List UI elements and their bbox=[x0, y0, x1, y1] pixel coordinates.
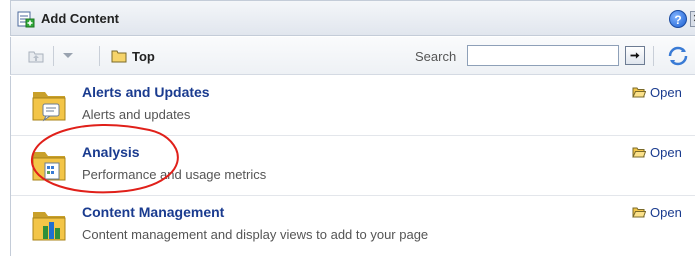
item-description: Content management and display views to … bbox=[82, 227, 429, 242]
open-folder-icon bbox=[632, 147, 646, 158]
close-icon[interactable]: ✕ bbox=[690, 11, 695, 27]
open-folder-icon bbox=[632, 87, 646, 98]
dialog-title-bar: Add Content ? ✕ bbox=[10, 0, 695, 36]
folder-icon bbox=[111, 50, 127, 63]
open-label[interactable]: Open bbox=[650, 85, 682, 100]
item-title[interactable]: Content Management bbox=[82, 204, 224, 220]
open-label[interactable]: Open bbox=[650, 145, 682, 160]
chevron-down-icon[interactable] bbox=[63, 53, 73, 58]
add-content-icon bbox=[17, 11, 35, 28]
toolbar-separator bbox=[99, 46, 100, 66]
open-link[interactable]: Open bbox=[632, 145, 682, 160]
open-link[interactable]: Open bbox=[632, 85, 682, 100]
alerts-folder-icon bbox=[32, 92, 66, 122]
dialog-title: Add Content bbox=[41, 11, 119, 26]
item-description: Performance and usage metrics bbox=[82, 167, 267, 182]
list-item[interactable]: Alerts and Updates Alerts and updates Op… bbox=[11, 76, 695, 136]
item-title[interactable]: Analysis bbox=[82, 144, 140, 160]
search-go-button[interactable] bbox=[625, 46, 645, 65]
help-icon[interactable]: ? bbox=[669, 10, 687, 28]
current-folder-label[interactable]: Top bbox=[132, 49, 155, 64]
refresh-icon[interactable] bbox=[667, 45, 689, 67]
item-description: Alerts and updates bbox=[82, 107, 191, 122]
search-label: Search bbox=[415, 49, 457, 64]
toolbar-separator bbox=[53, 46, 54, 66]
toolbar-separator bbox=[653, 46, 654, 66]
content-list: Alerts and Updates Alerts and updates Op… bbox=[10, 76, 695, 256]
list-item[interactable]: Content Management Content management an… bbox=[11, 196, 695, 256]
navigation-toolbar: Top Search bbox=[10, 37, 695, 75]
analysis-folder-icon bbox=[32, 152, 66, 181]
open-label[interactable]: Open bbox=[650, 205, 682, 220]
open-link[interactable]: Open bbox=[632, 205, 682, 220]
search-input[interactable] bbox=[467, 45, 619, 66]
open-folder-icon bbox=[632, 207, 646, 218]
list-item[interactable]: Analysis Performance and usage metrics O… bbox=[11, 136, 695, 196]
content-management-folder-icon bbox=[32, 212, 66, 241]
up-folder-icon[interactable] bbox=[27, 48, 45, 64]
item-title[interactable]: Alerts and Updates bbox=[82, 84, 210, 100]
